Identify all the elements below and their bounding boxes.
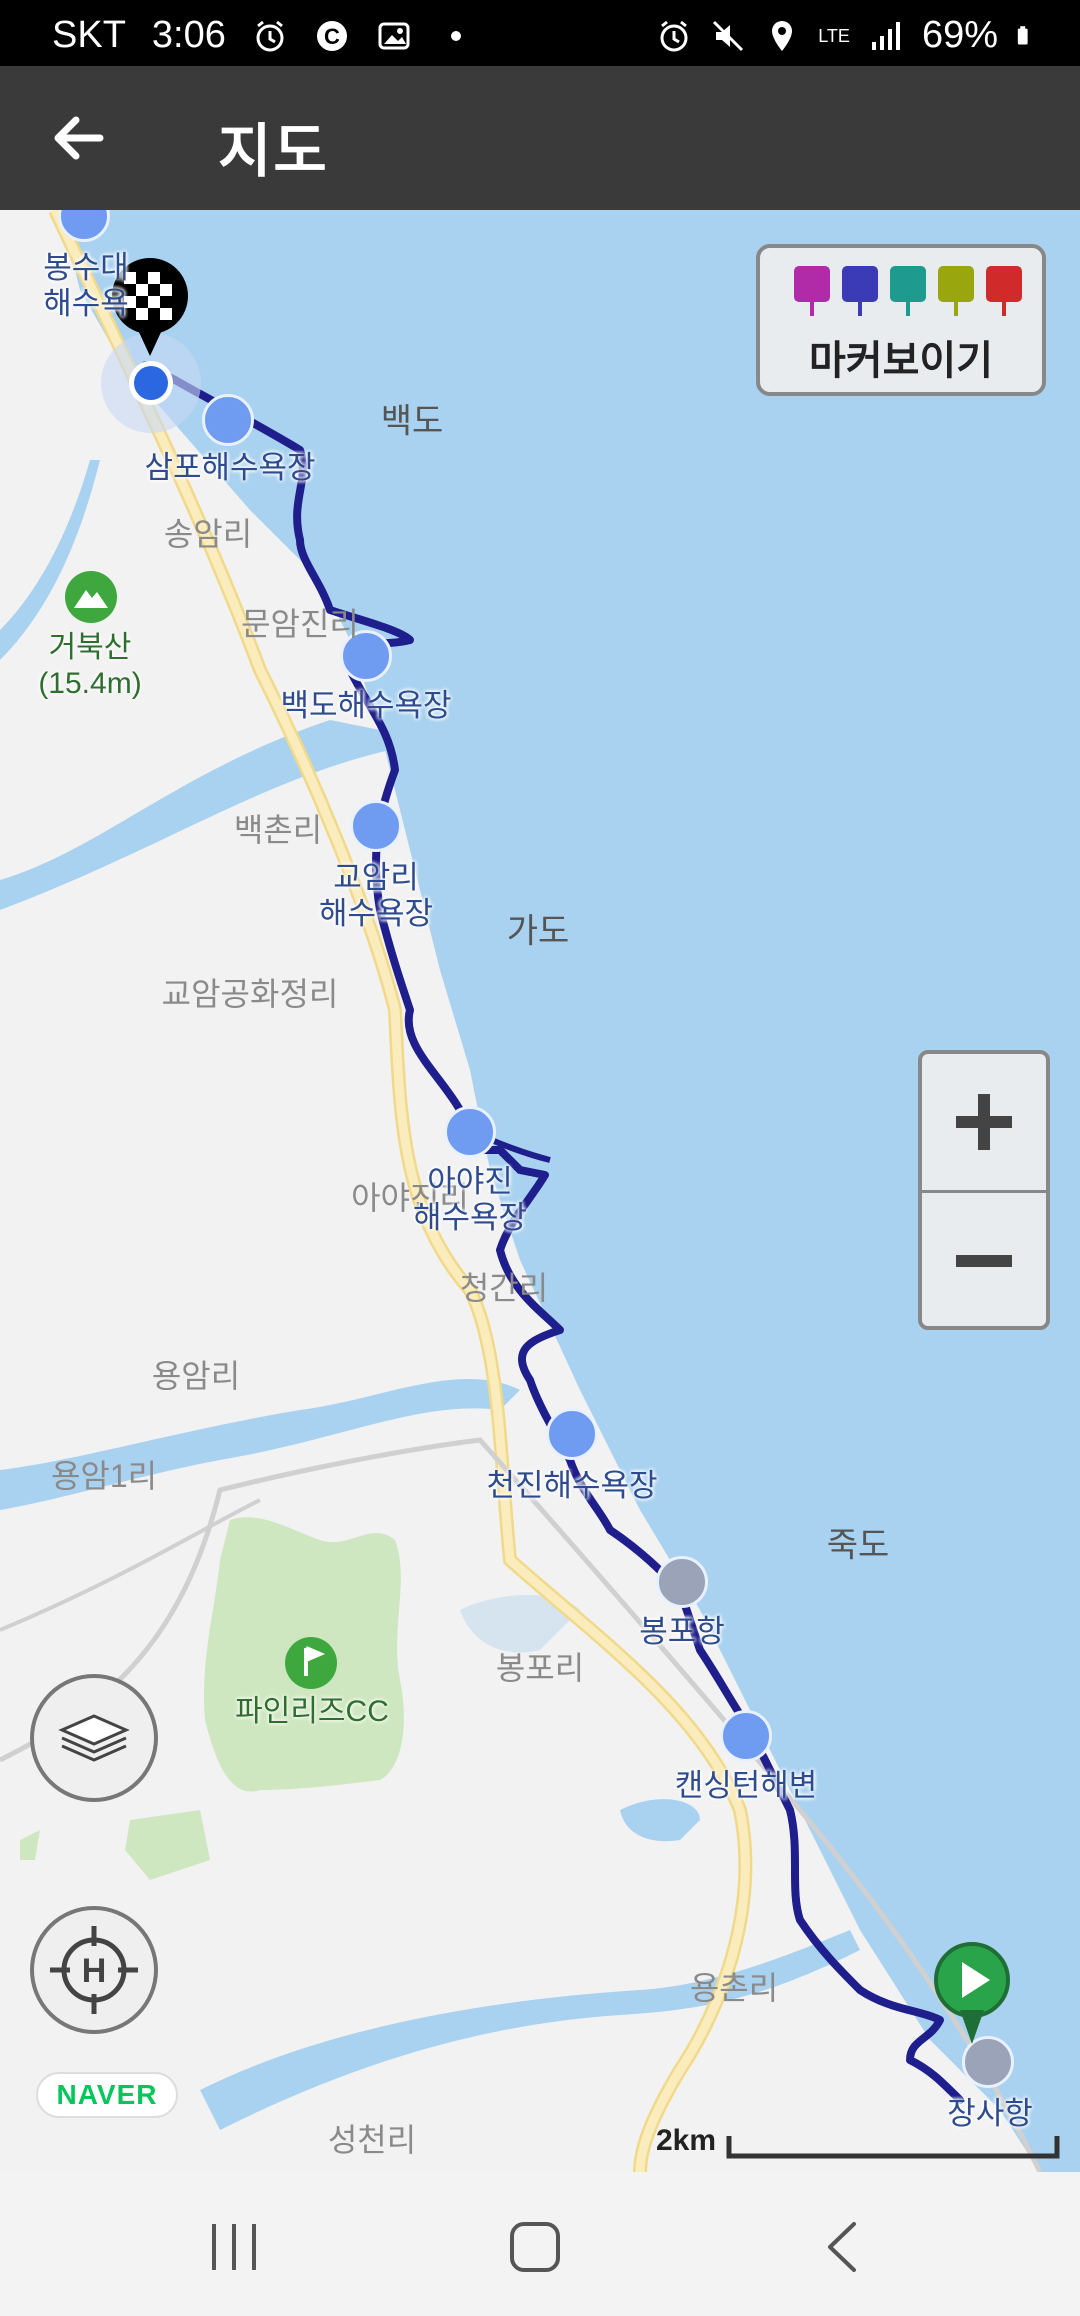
app-bar: 지도 [0, 66, 1080, 210]
label-bongpo-ri: 봉포리 [495, 1650, 585, 1686]
camera-flag-icon [794, 266, 830, 316]
time-label: 3:06 [151, 14, 226, 56]
label-bongpo-port: 봉포항 [639, 1614, 725, 1649]
label-ayajin-beach: 아야진 해수욕장 [412, 1164, 528, 1235]
naver-attribution: NAVER [36, 2072, 178, 2118]
home-target-icon: H [50, 1926, 138, 2014]
beach-pin-gyoam[interactable] [350, 800, 402, 852]
park-area [125, 1810, 210, 1880]
zoom-control [918, 1050, 1050, 1330]
video-flag-icon [842, 266, 878, 316]
home-icon[interactable] [508, 2220, 564, 2274]
recent-apps-icon[interactable] [206, 2220, 262, 2274]
gallery-icon [378, 22, 410, 49]
label-gado: 가도 [506, 912, 570, 951]
marker-toggle-button[interactable]: 마커보이기 [756, 244, 1046, 396]
river [200, 1930, 860, 2130]
beach-pin-sampo[interactable] [202, 394, 254, 446]
system-nav-bar [0, 2172, 1080, 2316]
carrier-label: SKT [52, 14, 126, 56]
pointer-flag-icon [986, 266, 1022, 316]
signal-icon [871, 21, 900, 50]
alarm-icon [256, 20, 284, 51]
memo-flag-icon [938, 266, 974, 316]
page-title: 지도 [218, 119, 329, 184]
network-label: LTE [818, 25, 850, 46]
dot-icon [450, 30, 461, 41]
svg-text:H: H [82, 1952, 107, 1990]
label-baekchon: 백촌리 [233, 812, 323, 848]
label-baekdo-beach: 백도해수욕장 [280, 688, 452, 723]
minus-icon [956, 1255, 1012, 1267]
label-jangsa-port: 장사항 [947, 2096, 1033, 2131]
layers-button[interactable] [30, 1674, 158, 1802]
label-yongchon: 용촌리 [689, 1970, 779, 2006]
label-gyoam-beach: 교암리 해수욕장 [318, 860, 434, 931]
home-location-button[interactable]: H [30, 1906, 158, 2034]
label-kensington: 캔싱턴해변 [674, 1768, 818, 1803]
zoom-in-button[interactable] [922, 1054, 1046, 1190]
scale-label: 2km [656, 2124, 717, 2157]
label-sampo-beach: 삼포해수욕장 [144, 450, 316, 485]
pond [620, 1799, 700, 1842]
c-icon: C [316, 20, 347, 51]
battery-label: 69% [921, 14, 998, 56]
mic-flag-icon [890, 266, 926, 316]
marker-toggle-label: 마커보이기 [809, 339, 993, 383]
zoom-out-button[interactable] [922, 1193, 1046, 1329]
label-geobuksan: 거북산 (15.4m) [38, 631, 142, 700]
label-bongsudae: 봉수대 해수욕 [43, 250, 129, 321]
label-gyoam-gonghwa: 교암공화정리 [161, 976, 339, 1012]
label-cheonjin-beach: 천진해수욕장 [486, 1468, 658, 1503]
label-cheonggan: 청간리 [459, 1270, 549, 1306]
mute-icon [713, 20, 744, 51]
layers-icon [58, 1714, 130, 1762]
start-play-marker-icon[interactable] [932, 1940, 1012, 2046]
label-yongam1: 용암1리 [50, 1458, 158, 1494]
port-pin-bongpo[interactable] [656, 1556, 708, 1608]
label-songam: 송암리 [163, 516, 253, 552]
label-seongcheon: 성천리 [327, 2122, 417, 2158]
plus-icon [956, 1094, 1012, 1150]
golf-icon [285, 1637, 337, 1689]
battery-icon [1017, 25, 1028, 45]
label-pine-cc: 파인리즈CC [235, 1695, 389, 1728]
alarm-icon [660, 20, 688, 51]
beach-pin-kensington[interactable] [720, 1710, 772, 1762]
scale-bar [726, 2136, 1060, 2159]
park-area [20, 1830, 40, 1860]
back-icon[interactable] [818, 2220, 874, 2274]
back-arrow-icon[interactable] [40, 102, 120, 174]
label-baekdo-island: 백도 [380, 402, 444, 441]
label-jukdo: 죽도 [826, 1526, 890, 1565]
beach-pin-ayajin[interactable] [444, 1106, 496, 1158]
map-view[interactable]: 봉수대 해수욕 백도 삼포해수욕장 송암리 거북산 (15.4m) 문암진리 백도해… [0, 210, 1080, 2172]
mountain-icon [65, 571, 117, 623]
label-munamjin: 문암진리 [241, 606, 359, 642]
beach-pin-cheonjin[interactable] [546, 1408, 598, 1460]
status-bar: SKT 3:06 C LTE 69% [0, 0, 1080, 66]
location-icon [772, 20, 793, 51]
label-yongam: 용암리 [151, 1358, 241, 1394]
svg-text:C: C [324, 24, 340, 49]
